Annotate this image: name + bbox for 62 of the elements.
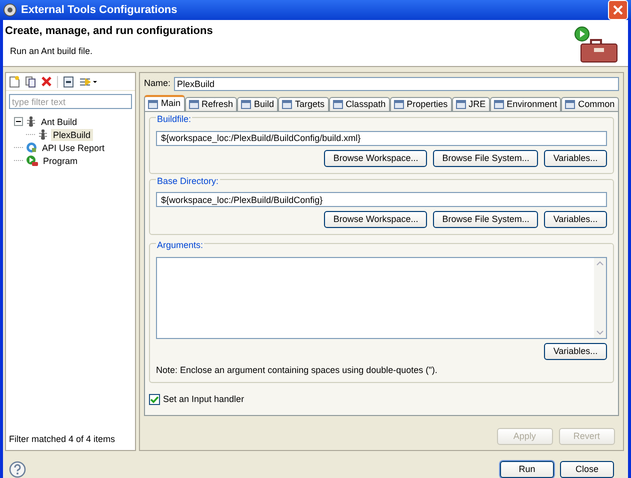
checkbox[interactable] (149, 394, 160, 406)
button[interactable]: Browse File System... (433, 150, 538, 166)
tab-icon (241, 100, 252, 109)
close-icon (613, 5, 623, 15)
tree-item[interactable]: Ant Build (39, 116, 80, 128)
help-icon[interactable] (9, 461, 26, 478)
ant-icon (38, 129, 48, 140)
filter-field[interactable]: type filter text (9, 94, 132, 109)
button[interactable]: Browse Workspace... (324, 150, 428, 166)
tab[interactable]: Refresh (184, 97, 238, 111)
tree-item[interactable]: Program (41, 154, 80, 166)
tab-icon (565, 100, 576, 109)
ant-icon (26, 116, 36, 127)
button[interactable]: Variables... (544, 150, 607, 166)
button[interactable]: Browse File System... (433, 211, 538, 228)
tab[interactable]: Classpath (328, 97, 390, 111)
tab-icon (188, 100, 199, 109)
header-title: Create, manage, and run configurations (5, 24, 214, 39)
collapse-all-icon[interactable] (63, 76, 74, 88)
group-label: Base Directory: (156, 174, 220, 188)
window-title: External Tools Configurations (21, 2, 178, 18)
button[interactable]: Close (560, 461, 614, 478)
tab[interactable]: Build (237, 97, 278, 111)
report-icon (26, 142, 37, 153)
group-label: Arguments: (156, 239, 204, 252)
button[interactable]: Variables... (544, 211, 607, 228)
note-text: Note: Enclose an argument containing spaces using double-quotes ("). (156, 364, 438, 377)
path-field[interactable]: ${workspace_loc:/PlexBuild/BuildConfig} (156, 192, 607, 207)
scrollbar[interactable] (594, 258, 606, 338)
tab[interactable]: Main (144, 95, 185, 111)
program-icon (26, 155, 38, 166)
tab-icon (494, 100, 504, 109)
tab[interactable]: Common (561, 97, 619, 111)
filter-icon[interactable] (79, 76, 97, 88)
tab-icon (332, 100, 343, 109)
tab-icon (282, 100, 292, 109)
collapse-toggle[interactable] (14, 117, 23, 126)
header-message: Run an Ant build file. (9, 44, 94, 58)
duplicate-icon[interactable] (25, 76, 36, 88)
delete-icon[interactable] (41, 76, 52, 87)
minus-icon (16, 119, 21, 124)
tab[interactable]: Environment (490, 97, 562, 111)
name-label: Name: (144, 77, 170, 90)
name-field[interactable]: PlexBuild (174, 77, 619, 91)
close-button[interactable] (608, 0, 628, 20)
new-icon[interactable] (9, 76, 20, 88)
toolbox-icon (574, 26, 618, 64)
tab[interactable]: Properties (390, 97, 452, 111)
filter-status: Filter matched 4 of 4 items (8, 433, 116, 446)
tree-item[interactable]: PlexBuild (51, 128, 93, 140)
tree-item[interactable]: API Use Report (40, 142, 107, 154)
tab-icon (148, 100, 158, 108)
checkbox-label[interactable]: Set an Input handler (163, 393, 244, 406)
button[interactable]: Variables... (544, 342, 607, 360)
path-field[interactable]: ${workspace_loc:/PlexBuild/BuildConfig/build.xml} (156, 130, 607, 146)
tab-icon (456, 100, 466, 109)
arguments-field[interactable] (156, 256, 607, 338)
button[interactable]: Run (500, 461, 554, 478)
tab[interactable]: JRE (452, 97, 490, 111)
tab-icon (394, 100, 404, 109)
button[interactable]: Browse Workspace... (324, 211, 428, 228)
tab[interactable]: Targets (278, 97, 329, 111)
